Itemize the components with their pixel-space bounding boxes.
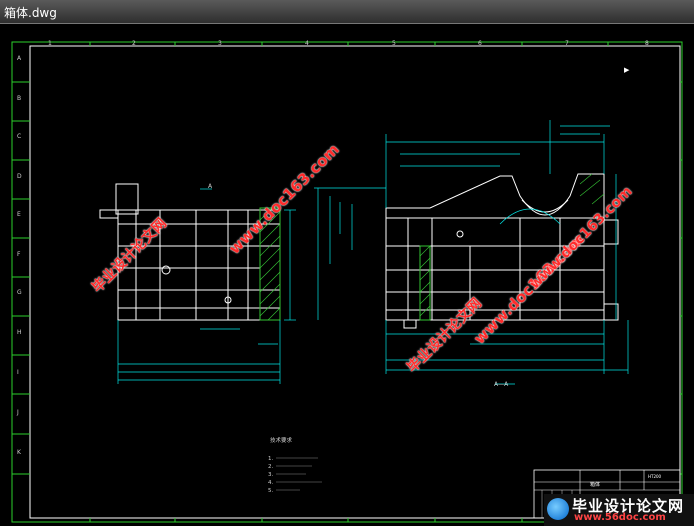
col-label-8: 8 <box>645 40 649 47</box>
row-label-j: J <box>16 409 19 416</box>
col-label-6: 6 <box>478 40 482 47</box>
window-title: 箱体.dwg <box>4 6 57 20</box>
tech-req-item: 1. <box>268 456 273 462</box>
col-label-4: 4 <box>305 40 309 47</box>
site-badge-url: www.56doc.com <box>574 512 666 523</box>
tech-req-title: 技术要求 <box>270 436 293 444</box>
tech-req-item: 5. <box>268 488 273 494</box>
arrow-marker-icon: ▶ <box>624 66 630 74</box>
title-block-material: HT200 <box>648 474 662 479</box>
col-label-7: 7 <box>565 40 569 47</box>
tech-req-item: 2. <box>268 464 273 470</box>
row-label-f: F <box>17 251 21 258</box>
col-label-1: 1 <box>48 40 52 47</box>
site-logo-icon <box>547 498 569 520</box>
tech-req-item: 3. <box>268 472 273 478</box>
row-label-k: K <box>17 449 22 456</box>
col-label-5: 5 <box>392 40 396 47</box>
row-label-a: A <box>17 55 22 62</box>
row-label-b: B <box>17 95 21 102</box>
row-labels: A B C D E F G H I J K <box>16 55 22 456</box>
row-label-g: G <box>17 289 22 296</box>
row-label-i: I <box>17 369 19 376</box>
title-block-name: 箱体 <box>590 481 600 488</box>
tech-requirements: 技术要求 1. 2. 3. 4. 5. <box>268 436 293 494</box>
row-label-c: C <box>17 133 21 140</box>
row-label-d: D <box>17 173 22 180</box>
col-label-2: 2 <box>132 40 136 47</box>
tech-req-lines <box>276 457 322 491</box>
tech-req-item: 4. <box>268 480 273 486</box>
section-label-a: A <box>208 183 213 190</box>
window-titlebar: 箱体.dwg <box>0 0 694 24</box>
inner-frame <box>29 45 681 519</box>
row-label-h: H <box>17 329 22 336</box>
col-label-3: 3 <box>218 40 222 47</box>
section-label-aa: A—A <box>494 381 509 388</box>
site-badge: 毕业设计论文网 www.56doc.com <box>544 494 694 526</box>
row-label-e: E <box>17 211 21 218</box>
